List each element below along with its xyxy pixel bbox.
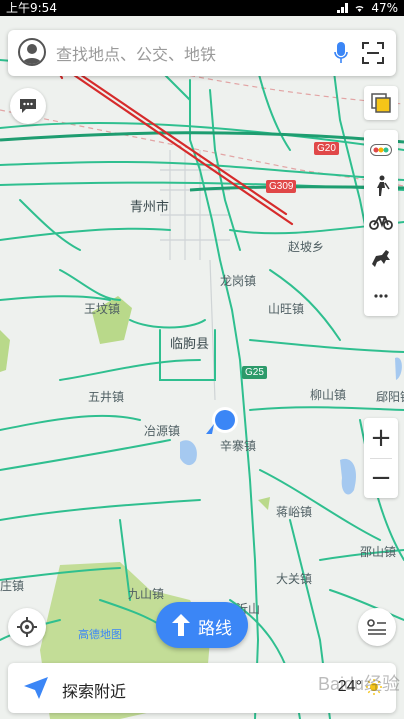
microphone-icon[interactable] [334, 42, 348, 64]
scan-icon[interactable] [362, 42, 384, 64]
map-label-qingzhou: 青州市 [130, 199, 170, 214]
list-icon [367, 619, 386, 635]
horse-mode-button[interactable] [364, 240, 398, 276]
horse-icon [372, 250, 390, 267]
favorites-list-button[interactable] [358, 608, 396, 646]
map-label-longgang: 龙岗镇 [220, 274, 257, 288]
map-label-wangfen: 王坟镇 [84, 302, 121, 316]
signal-icon [337, 3, 349, 13]
search-input[interactable]: 查找地点、公交、地铁 [56, 41, 216, 65]
map-label-zhaopo: 赵坡乡 [288, 240, 325, 254]
locate-me-button[interactable] [8, 608, 46, 646]
route-arrow-icon [172, 614, 190, 636]
bicycle-icon [369, 216, 393, 230]
traffic-light-icon [370, 144, 392, 156]
map-label-jiangyu: 蒋峪镇 [276, 505, 313, 519]
map-label-linqu: 临朐县 [170, 336, 210, 351]
cycling-mode-button[interactable] [364, 204, 398, 240]
navigation-arrow-icon [24, 677, 48, 699]
layers-icon [371, 93, 391, 113]
map-label-liushan: 柳山镇 [310, 388, 347, 402]
map-label-shaoshan: 邵山镇 [360, 545, 397, 559]
walking-person-icon [377, 175, 390, 196]
map-label-shanwang: 山旺镇 [268, 302, 305, 316]
map-tools-panel [364, 130, 398, 316]
more-tools-button[interactable] [364, 278, 398, 314]
zoom-in-button[interactable]: + [364, 418, 398, 458]
zoom-control: + − [364, 418, 398, 498]
traffic-toggle[interactable] [364, 132, 398, 168]
user-avatar-icon[interactable] [18, 38, 46, 66]
map-label-jiushan: 九山镇 [128, 587, 165, 601]
explore-nearby-label: 探索附近 [62, 684, 127, 701]
message-button[interactable] [10, 88, 46, 124]
walking-mode-button[interactable] [364, 168, 398, 204]
layers-button[interactable] [364, 86, 398, 120]
zoom-out-button[interactable]: − [364, 458, 398, 498]
map-label-zhuang: 庄镇 [0, 579, 25, 593]
crosshair-icon [17, 617, 37, 637]
status-time: 上午9:54 [6, 1, 57, 15]
map-label-xinzhai: 辛寨镇 [220, 439, 257, 453]
highway-badge-g25: G25 [242, 366, 267, 379]
highway-badge-g20: G20 [314, 142, 339, 155]
baidu-jingyan-watermark: Baidu经验 [317, 674, 400, 694]
map-label-wujing: 五井镇 [88, 390, 125, 404]
route-button[interactable]: 路线 [156, 602, 248, 648]
wifi-icon [355, 5, 364, 12]
map-label-daguan: 大关镇 [276, 572, 313, 586]
battery-percent: 47% [371, 1, 398, 15]
route-button-label: 路线 [198, 619, 232, 638]
highway-badge-g309: G309 [266, 180, 297, 193]
map-label-yeyuan: 冶源镇 [144, 424, 181, 438]
more-dots-icon [374, 294, 388, 298]
map-label-houyang: 郈阳镇 [376, 390, 404, 404]
amap-logo-text: 高德地图 [78, 629, 122, 641]
search-bar[interactable]: 查找地点、公交、地铁 [8, 30, 396, 76]
status-bar: 上午9:54 47% [0, 0, 404, 16]
chat-bubble-icon [20, 99, 36, 113]
